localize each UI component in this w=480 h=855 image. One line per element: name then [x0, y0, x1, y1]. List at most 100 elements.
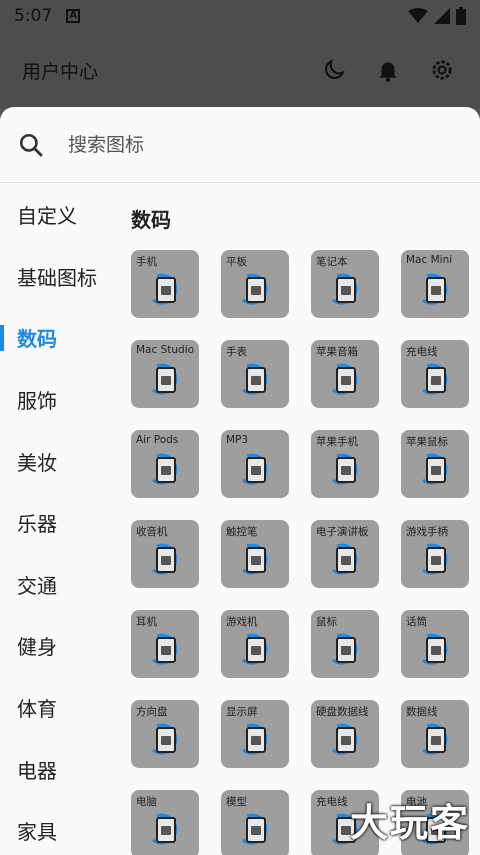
page-title: 用户中心	[22, 60, 99, 83]
device-icon	[332, 453, 358, 485]
icon-tile[interactable]: 手机	[131, 250, 199, 318]
device-icon	[242, 723, 268, 755]
icon-tile[interactable]: 苹果手机	[311, 430, 379, 498]
wifi-icon	[408, 8, 428, 23]
device-icon	[332, 633, 358, 665]
icon-tile-label: 耳机	[136, 616, 157, 628]
device-icon	[152, 453, 178, 485]
category-sidebar: 自定义 基础图标 数码 服饰 美妆 乐器 交通 健身 体育 电器 家具	[0, 184, 112, 855]
device-icon	[422, 453, 448, 485]
device-icon	[152, 273, 178, 305]
icon-tile[interactable]: 电脑	[131, 790, 199, 855]
icon-tile-label: 手表	[226, 346, 247, 358]
search-bar	[0, 107, 480, 183]
status-time: 5:07	[14, 6, 53, 26]
icon-tile[interactable]: 耳机	[131, 610, 199, 678]
device-icon	[152, 633, 178, 665]
icon-picker-sheet: 自定义基础图标数码服饰美妆乐器交通健身体育电器家具 数码 手机 平板 笔记本 Mac …	[0, 107, 480, 855]
icon-tile[interactable]: 硬盘数据线	[311, 700, 379, 768]
icon-tile-label: 显示屏	[226, 706, 258, 718]
icon-tile[interactable]: 电子演讲板	[311, 520, 379, 588]
icon-tile[interactable]: 苹果音箱	[311, 340, 379, 408]
icon-tile-label: 方向盘	[136, 706, 168, 718]
icon-tile[interactable]: MP3	[221, 430, 289, 498]
device-icon	[242, 453, 268, 485]
icon-tile[interactable]: 数据线	[401, 700, 469, 768]
icon-tile[interactable]: 手表	[221, 340, 289, 408]
icon-tile-label: 游戏手柄	[406, 526, 448, 538]
sidebar-item[interactable]: 美妆	[0, 430, 112, 492]
icon-tile-label: 笔记本	[316, 256, 348, 268]
device-icon	[422, 543, 448, 575]
sidebar-item[interactable]: 服饰	[0, 369, 112, 431]
icon-tile-label: 苹果鼠标	[406, 436, 448, 448]
icon-tile-label: 鼠标	[316, 616, 337, 628]
device-icon	[242, 273, 268, 305]
device-icon	[152, 723, 178, 755]
sidebar-item[interactable]: 体育	[0, 677, 112, 739]
icon-tile-label: 硬盘数据线	[316, 706, 369, 718]
sidebar-item[interactable]: 数码	[0, 307, 112, 369]
icon-tile[interactable]: 模型	[221, 790, 289, 855]
icon-tile[interactable]: 笔记本	[311, 250, 379, 318]
icon-tile[interactable]: 充电线	[401, 340, 469, 408]
sidebar-item[interactable]: 交通	[0, 554, 112, 616]
device-icon	[242, 813, 268, 845]
icon-tile[interactable]: 话筒	[401, 610, 469, 678]
status-bar: 5:07 A	[0, 0, 480, 32]
sidebar-item[interactable]: 基础图标	[0, 246, 112, 308]
icon-tile-label: MP3	[226, 434, 249, 446]
sidebar-item[interactable]: 乐器	[0, 492, 112, 554]
icon-tile-label: 平板	[226, 256, 247, 268]
device-icon	[332, 723, 358, 755]
moon-icon[interactable]	[318, 54, 350, 86]
icon-tile[interactable]: 收音机	[131, 520, 199, 588]
icon-tile[interactable]: 游戏手柄	[401, 520, 469, 588]
icon-tile-label: 模型	[226, 796, 247, 808]
device-icon	[242, 363, 268, 395]
icon-tile[interactable]: 苹果鼠标	[401, 430, 469, 498]
bell-icon[interactable]	[372, 54, 404, 86]
icon-tile-label: 充电线	[316, 796, 348, 808]
icon-content: 数码 手机 平板 笔记本 Mac Mini Mac Studio 手表 苹果音箱 充电线 Air…	[131, 184, 480, 855]
icon-tile[interactable]: 触控笔	[221, 520, 289, 588]
icon-tile-label: 数据线	[406, 706, 438, 718]
icon-tile[interactable]: 游戏机	[221, 610, 289, 678]
icon-tile-label: 手机	[136, 256, 157, 268]
gear-icon[interactable]	[426, 54, 458, 86]
icon-tile[interactable]: 方向盘	[131, 700, 199, 768]
sidebar-item[interactable]: 健身	[0, 615, 112, 677]
a-notification-icon: A	[66, 9, 81, 23]
device-icon	[152, 363, 178, 395]
icon-tile[interactable]: Mac Mini	[401, 250, 469, 318]
sidebar-item[interactable]: 家具	[0, 800, 112, 855]
icon-tile-label: 游戏机	[226, 616, 258, 628]
icon-tile[interactable]: Mac Studio	[131, 340, 199, 408]
icon-tile[interactable]: 显示屏	[221, 700, 289, 768]
icon-tile-label: 苹果手机	[316, 436, 358, 448]
icon-tile[interactable]: Air Pods	[131, 430, 199, 498]
icon-tile[interactable]: 鼠标	[311, 610, 379, 678]
device-icon	[332, 363, 358, 395]
device-icon	[332, 543, 358, 575]
device-icon	[242, 633, 268, 665]
icon-tile[interactable]: 平板	[221, 250, 289, 318]
icon-tile-label: 电子演讲板	[316, 526, 369, 538]
device-icon	[242, 543, 268, 575]
battery-icon	[456, 7, 466, 25]
device-icon	[422, 723, 448, 755]
device-icon	[152, 813, 178, 845]
sidebar-item[interactable]: 自定义	[0, 184, 112, 246]
icon-tile-label: 电脑	[136, 796, 157, 808]
device-icon	[422, 633, 448, 665]
icon-tile-label: 话筒	[406, 616, 427, 628]
device-icon	[152, 543, 178, 575]
signal-icon	[434, 8, 450, 24]
sidebar-item[interactable]: 电器	[0, 738, 112, 800]
device-icon	[422, 273, 448, 305]
device-icon	[422, 363, 448, 395]
icon-tile-label: 充电线	[406, 346, 438, 358]
icon-tile-label: Mac Mini	[406, 254, 453, 266]
icon-tile-label: Mac Studio	[136, 344, 195, 356]
search-input[interactable]	[68, 133, 428, 156]
